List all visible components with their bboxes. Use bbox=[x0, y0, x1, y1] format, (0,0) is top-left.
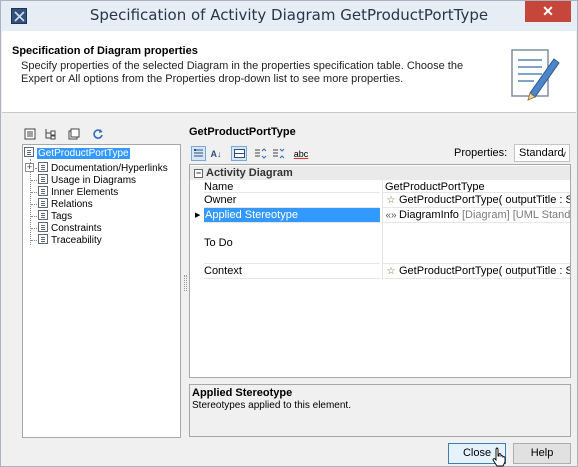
page-icon bbox=[38, 162, 48, 172]
property-name: To Do bbox=[204, 223, 380, 264]
header-title: Specification of Diagram properties bbox=[12, 45, 198, 57]
description-title: Applied Stereotype bbox=[192, 387, 293, 399]
properties-dropdown[interactable]: Standard ∨ bbox=[514, 144, 570, 162]
panel-splitter[interactable] bbox=[184, 275, 187, 291]
element-title: GetProductPortType bbox=[189, 126, 296, 138]
sort-alpha-icon[interactable]: A↓ bbox=[209, 146, 223, 161]
tree-item-documentation[interactable]: Documentation/Hyperlinks bbox=[38, 162, 168, 174]
diagram-icon bbox=[24, 147, 34, 157]
operation-icon: ☆ bbox=[386, 195, 396, 206]
window-close-button[interactable]: ✕ bbox=[525, 1, 571, 22]
window-title: Specification of Activity Diagram GetPro… bbox=[89, 6, 489, 24]
page-icon bbox=[38, 210, 48, 220]
properties-label: Properties: bbox=[454, 147, 508, 159]
tree-expand-toggle[interactable]: + bbox=[25, 163, 34, 172]
operation-icon: ☆ bbox=[386, 266, 396, 277]
property-name: Context bbox=[204, 264, 380, 279]
mouse-cursor-icon bbox=[492, 447, 506, 467]
help-button[interactable]: Help bbox=[513, 443, 571, 464]
page-icon bbox=[38, 186, 48, 196]
properties-table: − Activity Diagram Name GetProductPortTyp… bbox=[189, 164, 571, 378]
specification-tree: GetProductPortType + Documentation/Hyper… bbox=[22, 144, 181, 438]
property-value[interactable]: GetProductPortType bbox=[382, 180, 570, 193]
right-panel: GetProductPortType A↓ abc Properties: St… bbox=[189, 125, 571, 437]
properties-toolbar: A↓ abc Properties: Standard ∨ bbox=[189, 142, 571, 164]
table-row[interactable]: Owner ☆ GetProductPortType( outputTitle :… bbox=[190, 193, 570, 208]
header-description: Specify properties of the selected Diagr… bbox=[21, 60, 464, 85]
tree-root-item[interactable]: GetProductPortType bbox=[24, 147, 130, 159]
tree-item-tags[interactable]: Tags bbox=[38, 210, 72, 222]
table-row[interactable]: ▶ Applied Stereotype «» DiagramInfo [Diag… bbox=[190, 208, 570, 223]
group-header[interactable]: − Activity Diagram bbox=[190, 166, 570, 180]
tree-item-relations[interactable]: Relations bbox=[38, 198, 93, 210]
property-description: Applied Stereotype Stereotypes applied t… bbox=[189, 384, 571, 437]
tree-view-icon[interactable] bbox=[42, 126, 58, 142]
current-row-icon: ▶ bbox=[195, 212, 201, 219]
table-row[interactable]: Name GetProductPortType bbox=[190, 180, 570, 193]
tree-item-constraints[interactable]: Constraints bbox=[38, 222, 102, 234]
chevron-down-icon: ∨ bbox=[560, 149, 567, 159]
page-icon bbox=[38, 222, 48, 232]
title-bar: Specification of Activity Diagram GetPro… bbox=[1, 1, 577, 31]
table-row[interactable]: Context ☆ GetProductPortType( outputTitle… bbox=[190, 264, 570, 279]
property-value[interactable]: ☆GetProductPortType( outputTitle : Stri.… bbox=[382, 193, 570, 208]
property-value[interactable]: ☆GetProductPortType( outputTitle : Stri.… bbox=[382, 264, 570, 279]
specification-dialog: Specification of Activity Diagram GetPro… bbox=[0, 0, 578, 467]
collapse-icon[interactable] bbox=[66, 126, 82, 142]
property-value[interactable] bbox=[382, 223, 570, 264]
tree-toolbar bbox=[22, 125, 181, 143]
page-icon bbox=[38, 234, 48, 244]
expand-all-icon[interactable] bbox=[253, 146, 267, 161]
tree-item-traceability[interactable]: Traceability bbox=[38, 234, 102, 246]
tree-item-usage[interactable]: Usage in Diagrams bbox=[38, 174, 136, 186]
collapse-group-icon[interactable]: − bbox=[194, 169, 203, 178]
tree-item-inner-elements[interactable]: Inner Elements bbox=[38, 186, 118, 198]
spell-check-icon[interactable]: abc bbox=[293, 146, 309, 161]
property-name: Applied Stereotype bbox=[204, 208, 380, 223]
property-value[interactable]: «»DiagramInfo [Diagram] [UML Standard P bbox=[382, 208, 570, 223]
collapse-all-icon[interactable] bbox=[271, 146, 285, 161]
button-bar: Close Help bbox=[2, 438, 576, 466]
categorized-view-icon[interactable] bbox=[191, 146, 206, 161]
dialog-header: Specification of Diagram properties Spec… bbox=[2, 31, 576, 113]
description-text: Stereotypes applied to this element. bbox=[192, 400, 351, 411]
page-icon bbox=[38, 198, 48, 208]
property-name: Owner bbox=[204, 193, 380, 208]
document-edit-icon bbox=[511, 49, 560, 101]
property-name: Name bbox=[204, 180, 380, 193]
stereotype-icon: «» bbox=[385, 210, 397, 221]
page-icon bbox=[38, 174, 48, 184]
grid-view-icon[interactable] bbox=[231, 146, 247, 161]
refresh-icon[interactable] bbox=[90, 126, 106, 142]
table-row[interactable]: To Do bbox=[190, 223, 570, 264]
left-panel: GetProductPortType + Documentation/Hyper… bbox=[22, 125, 181, 438]
flat-list-icon[interactable] bbox=[22, 126, 38, 142]
